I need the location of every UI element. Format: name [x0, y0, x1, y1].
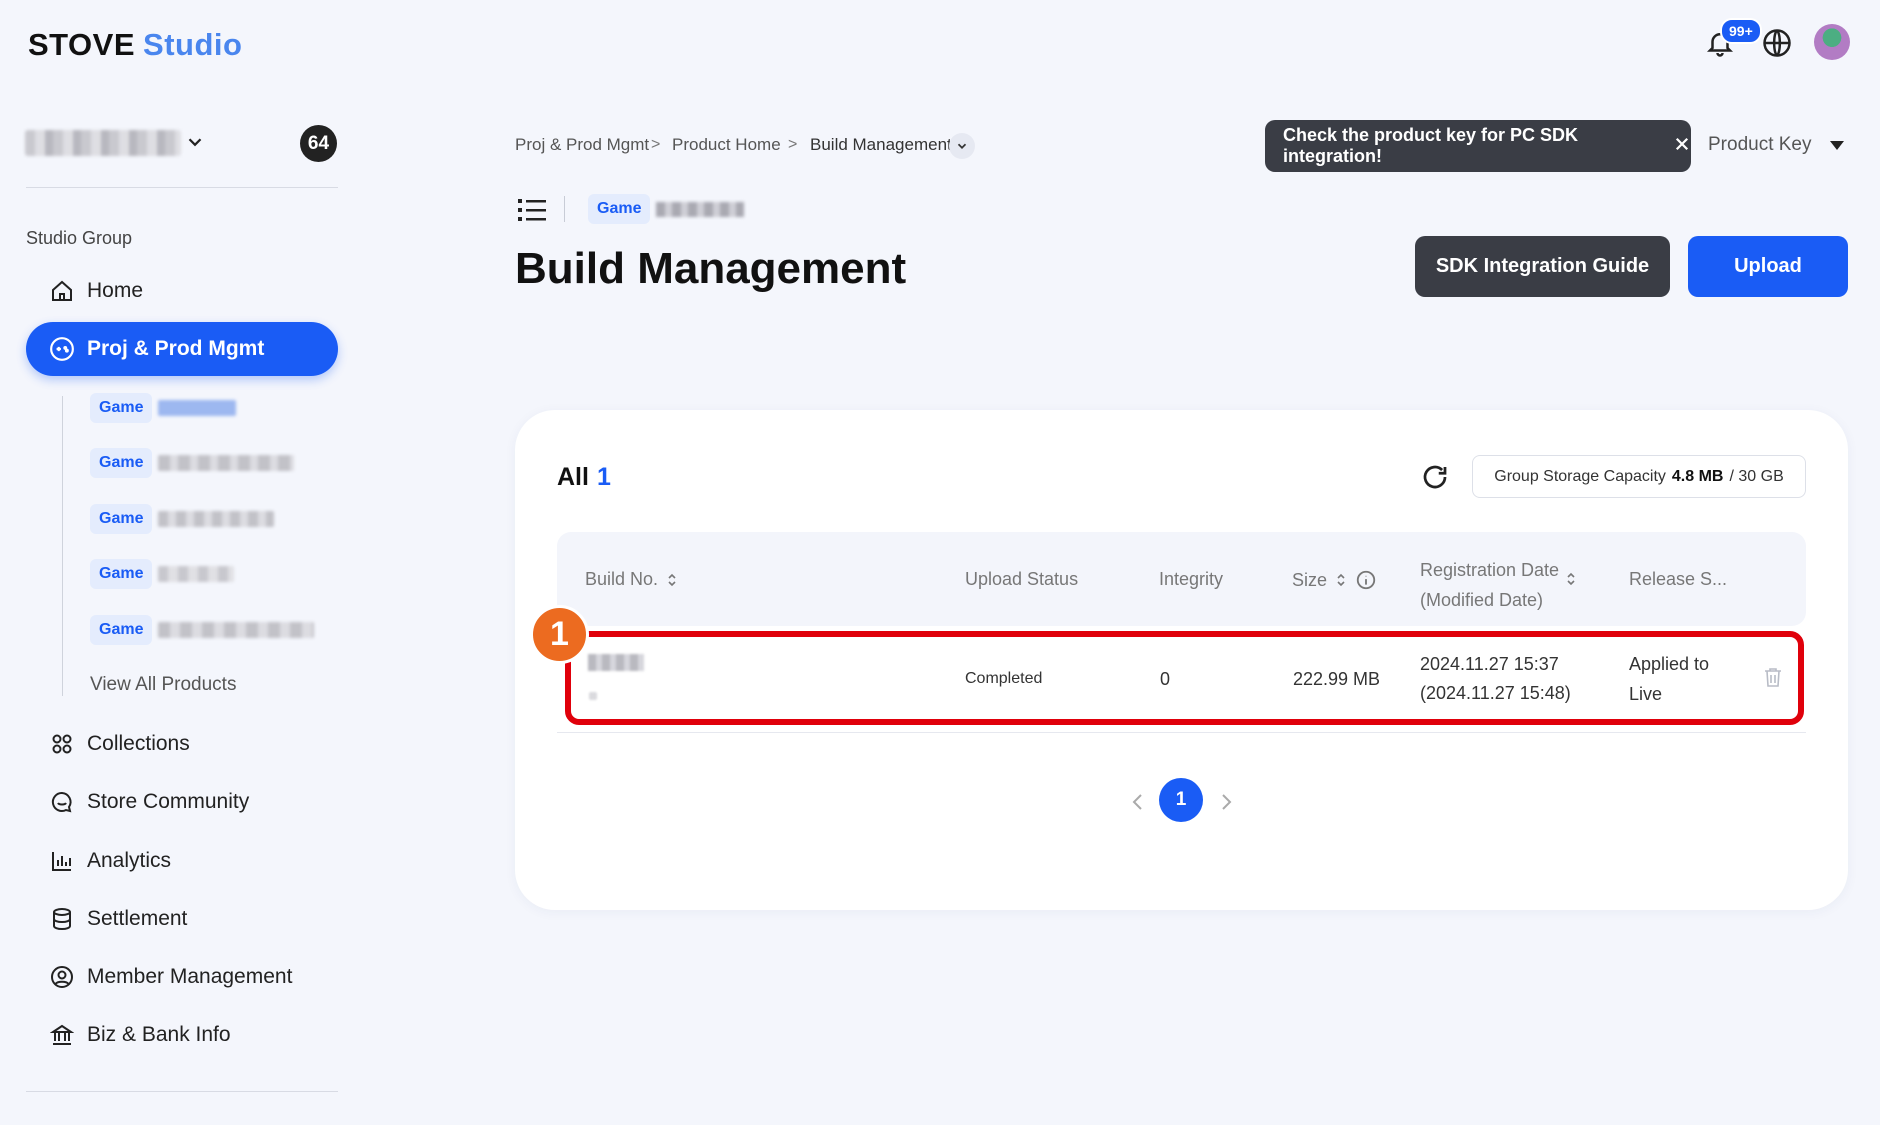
refresh-icon[interactable] [1420, 462, 1450, 492]
game-tag: Game [90, 504, 153, 534]
chevron-down-icon[interactable] [184, 131, 206, 153]
gamepad-icon [48, 335, 76, 363]
sidebar-item-settlement[interactable]: Settlement [26, 892, 338, 946]
column-size[interactable]: Size [1292, 569, 1377, 591]
tooltip-text: Check the product key for PC SDK integra… [1283, 125, 1579, 166]
user-circle-icon [48, 963, 76, 991]
chevron-right-icon: > [788, 136, 798, 153]
submenu-line [62, 396, 63, 696]
page-button-current[interactable]: 1 [1159, 778, 1203, 822]
sidebar-item-collections[interactable]: Collections [26, 717, 338, 771]
sidebar-item-label: Analytics [87, 849, 172, 872]
game-tag: Game [90, 559, 153, 589]
next-page-icon[interactable] [1216, 790, 1236, 814]
product-name-blurred [158, 400, 237, 416]
home-icon [48, 277, 76, 305]
sidebar-item-member-management[interactable]: Member Management [26, 950, 338, 1004]
product-name-blurred [158, 511, 275, 527]
all-count: 1 [597, 463, 611, 491]
breadcrumb-dropdown-icon[interactable] [949, 133, 975, 159]
avatar[interactable] [1814, 24, 1850, 60]
product-item[interactable]: Game [90, 446, 295, 480]
logo[interactable]: STOVE Studio [28, 27, 242, 63]
sidebar-item-label: Proj & Prod Mgmt [87, 337, 265, 360]
product-key-dropdown[interactable]: Product Key [1708, 134, 1812, 156]
breadcrumb-proj-prod-mgmt[interactable]: Proj & Prod Mgmt [515, 135, 649, 155]
sidebar-divider [26, 187, 338, 188]
sort-icon[interactable] [1565, 571, 1577, 587]
row-divider [557, 732, 1806, 733]
product-item[interactable]: Game [90, 391, 237, 425]
organization-name-blurred[interactable] [25, 130, 181, 156]
collections-icon [48, 730, 76, 758]
database-icon [48, 905, 76, 933]
highlight-box [565, 631, 1804, 725]
column-build-no[interactable]: Build No. [585, 569, 678, 590]
sidebar-item-analytics[interactable]: Analytics [26, 834, 338, 888]
column-integrity: Integrity [1159, 569, 1224, 589]
game-tag: Game [90, 393, 153, 423]
community-icon [48, 788, 76, 816]
view-all-products-link[interactable]: View All Products [90, 674, 236, 696]
globe-icon[interactable] [1760, 26, 1794, 60]
product-name-blurred [656, 202, 744, 217]
notification-badge: 99+ [1720, 18, 1762, 44]
logo-stove: STOVE [28, 27, 136, 62]
storage-capacity: Group Storage Capacity 4.8 MB / 30 GB [1472, 455, 1806, 498]
step-marker: 1 [530, 605, 589, 664]
column-label: Registration Date [1420, 560, 1560, 580]
caret-down-icon[interactable] [1830, 141, 1844, 150]
chevron-right-icon: > [651, 136, 661, 153]
page-title: Build Management [515, 244, 907, 293]
sidebar-item-label: Biz & Bank Info [87, 1023, 231, 1046]
sidebar-item-store-community[interactable]: Store Community [26, 775, 338, 829]
sort-icon[interactable] [666, 572, 678, 588]
product-item[interactable]: Game [90, 613, 315, 647]
storage-label: Group Storage Capacity [1494, 467, 1666, 485]
product-item[interactable]: Game [90, 502, 275, 536]
sidebar-item-biz-bank-info[interactable]: Biz & Bank Info [26, 1008, 338, 1062]
breadcrumb-build-management: Build Management [810, 135, 952, 154]
game-tag: Game [90, 448, 153, 478]
column-sublabel: (Modified Date) [1420, 590, 1544, 610]
sidebar-item-label: Collections [87, 732, 190, 755]
bank-icon [48, 1021, 76, 1049]
sidebar-item-proj-prod-mgmt[interactable]: Proj & Prod Mgmt [26, 322, 338, 376]
column-label: Size [1292, 569, 1328, 590]
game-tag: Game [90, 615, 153, 645]
list-icon[interactable] [518, 197, 546, 223]
column-upload-status: Upload Status [965, 569, 1079, 589]
column-release-status: Release S... [1629, 569, 1728, 589]
breadcrumb-product-home[interactable]: Product Home [672, 135, 781, 155]
separator [564, 196, 565, 222]
storage-used: 4.8 MB [1671, 467, 1724, 485]
org-count-badge: 64 [300, 125, 337, 162]
all-label: All [557, 463, 589, 491]
upload-button[interactable]: Upload [1688, 236, 1848, 297]
storage-total: / 30 GB [1729, 467, 1784, 485]
product-key-tooltip: Check the product key for PC SDK integra… [1265, 120, 1691, 172]
sort-icon[interactable] [1335, 572, 1347, 588]
sidebar-item-home[interactable]: Home [26, 264, 338, 318]
product-name-blurred [158, 455, 295, 471]
column-registration-date[interactable]: Registration Date (Modified Date) [1420, 555, 1559, 615]
logo-studio: Studio [143, 27, 243, 62]
close-icon[interactable] [1673, 135, 1691, 158]
sidebar-item-label: Member Management [87, 965, 293, 988]
sidebar-item-label: Settlement [87, 907, 188, 930]
chart-icon [48, 847, 76, 875]
game-tag: Game [588, 194, 651, 224]
product-name-blurred [158, 622, 315, 638]
product-item[interactable]: Game [90, 557, 235, 591]
product-name-blurred [158, 566, 235, 582]
sidebar-divider [26, 1091, 338, 1092]
sidebar-item-label: Home [87, 279, 144, 302]
group-label: Studio Group [26, 228, 133, 248]
prev-page-icon[interactable] [1128, 790, 1148, 814]
sidebar-item-label: Store Community [87, 790, 250, 813]
column-label: Build No. [585, 569, 659, 589]
info-icon[interactable] [1355, 569, 1377, 591]
sdk-integration-guide-button[interactable]: SDK Integration Guide [1415, 236, 1670, 297]
